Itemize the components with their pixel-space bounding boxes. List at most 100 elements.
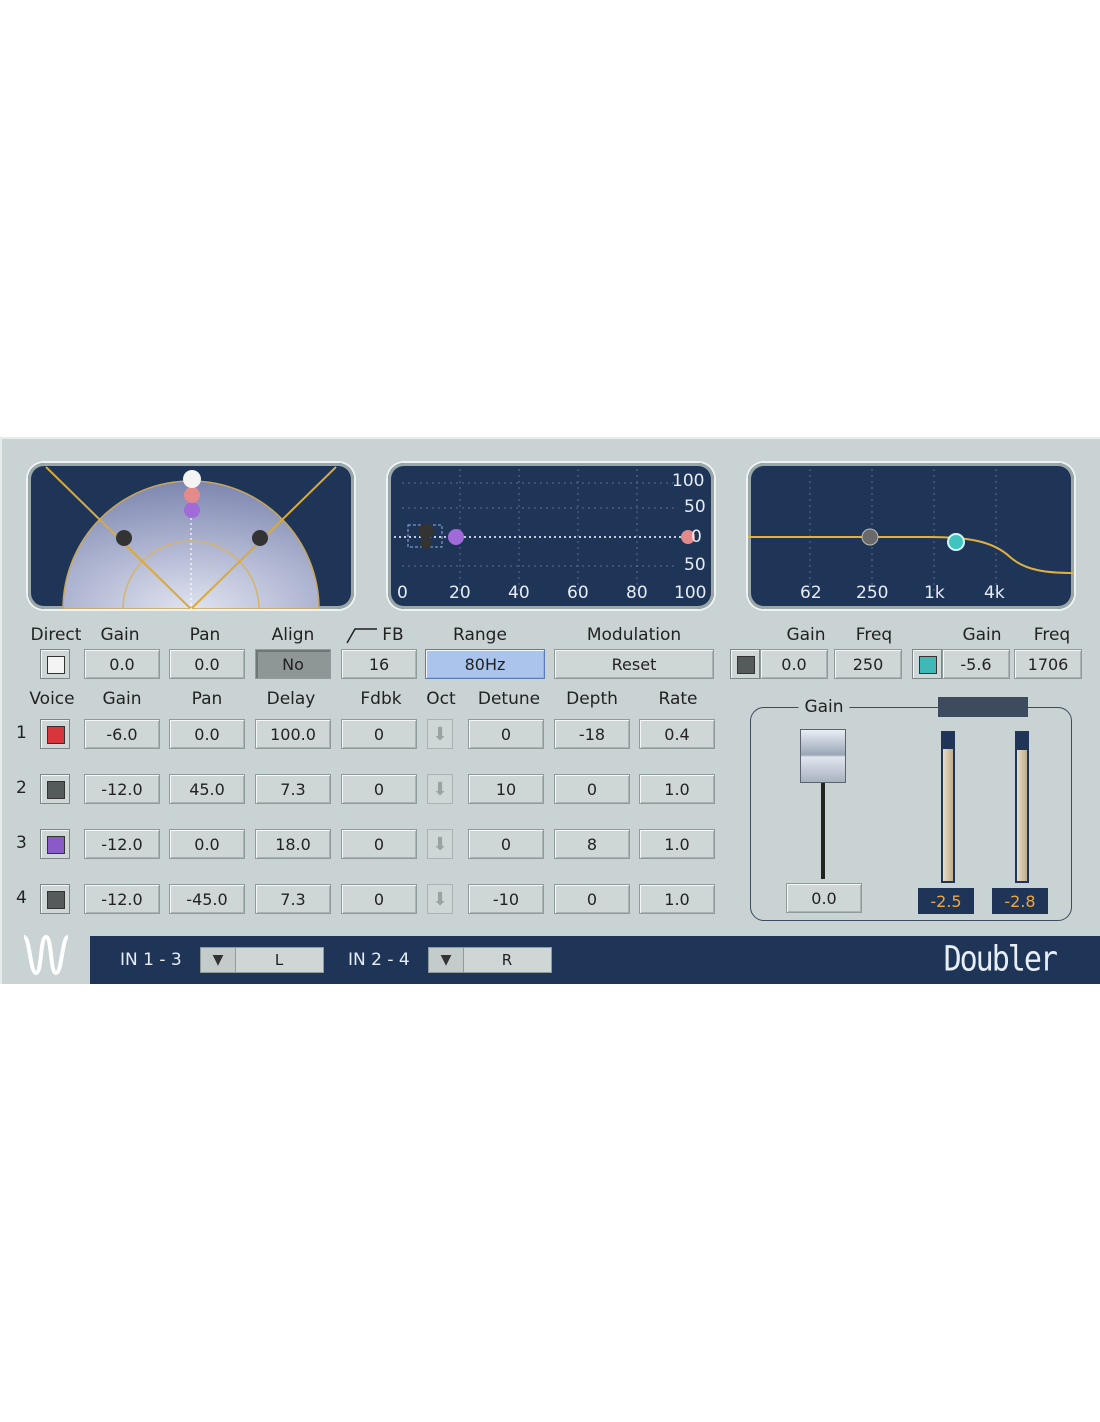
- output-gain-label: Gain: [798, 697, 850, 717]
- in1-value: L: [274, 951, 284, 969]
- in2-value: R: [501, 951, 513, 969]
- delay-y-label: 50: [684, 497, 706, 517]
- output-gain-field[interactable]: 0.0: [786, 883, 862, 913]
- eq-high-gain-field[interactable]: -5.6: [942, 649, 1010, 679]
- voice-2-toggle[interactable]: [40, 774, 70, 804]
- voice-detune-header: Detune: [477, 689, 541, 709]
- eq-high-band-marker: [947, 533, 965, 551]
- voice-4-rate-field[interactable]: 1.0: [639, 884, 715, 914]
- delay-y-label: 0: [691, 527, 702, 547]
- align-label: Align: [271, 625, 315, 645]
- feedback-curve-icon: [346, 628, 377, 644]
- modulation-label: Modulation: [586, 625, 682, 645]
- voice-4-oct-down-icon[interactable]: ⬇: [427, 884, 453, 914]
- voice-number: 2: [16, 778, 27, 798]
- voice-3-detune-field[interactable]: 0: [468, 829, 544, 859]
- voice-3-delay-field[interactable]: 18.0: [255, 829, 331, 859]
- delay-display[interactable]: 100 50 0 50 0 20 40 60 80 100: [388, 463, 714, 609]
- voice-3-pan-field[interactable]: 0.0: [169, 829, 245, 859]
- delay-x-label: 20: [449, 583, 471, 603]
- eq-x-label: 62: [800, 583, 822, 603]
- voice-2-rate-field[interactable]: 1.0: [639, 774, 715, 804]
- fb-label: FB: [382, 625, 404, 645]
- modulation-reset-button[interactable]: Reset: [554, 649, 714, 679]
- voice-1-delay-field[interactable]: 100.0: [255, 719, 331, 749]
- delay-x-label: 0: [397, 583, 408, 603]
- direct-pan-field[interactable]: 0.0: [169, 649, 245, 679]
- voice-4-depth-field[interactable]: 0: [554, 884, 630, 914]
- voice-1-oct-down-icon[interactable]: ⬇: [427, 719, 453, 749]
- in1-label: IN 1 - 3: [120, 950, 182, 970]
- range-button[interactable]: 80Hz: [425, 649, 545, 679]
- eq-high-gain-label: Gain: [962, 625, 1002, 645]
- eq-low-band-toggle[interactable]: [730, 649, 760, 679]
- chevron-down-icon: ▼: [429, 948, 464, 972]
- voice-1-depth-field[interactable]: -18: [554, 719, 630, 749]
- pan-display[interactable]: [28, 463, 354, 609]
- voice-2-delay-marker: [418, 523, 434, 539]
- delay-y-label: 100: [672, 471, 705, 491]
- voice-2-depth-field[interactable]: 0: [554, 774, 630, 804]
- eq-high-freq-field[interactable]: 1706: [1014, 649, 1082, 679]
- voice-2-fdbk-field[interactable]: 0: [341, 774, 417, 804]
- voice-4-pan-field[interactable]: -45.0: [169, 884, 245, 914]
- range-label: Range: [453, 625, 507, 645]
- eq-low-gain-field[interactable]: 0.0: [760, 649, 828, 679]
- direct-gain-field[interactable]: 0.0: [84, 649, 160, 679]
- voice-1-pan-field[interactable]: 0.0: [169, 719, 245, 749]
- direct-pan-marker: [183, 470, 201, 488]
- voice-1-toggle[interactable]: [40, 719, 70, 749]
- delay-x-label: 100: [674, 583, 707, 603]
- chevron-down-icon: ▼: [201, 948, 236, 972]
- voice-1-detune-field[interactable]: 0: [468, 719, 544, 749]
- voice-1-fdbk-field[interactable]: 0: [341, 719, 417, 749]
- voice-2-oct-down-icon[interactable]: ⬇: [427, 774, 453, 804]
- voice-4-delay-field[interactable]: 7.3: [255, 884, 331, 914]
- eq-low-band-marker: [861, 528, 879, 546]
- direct-toggle[interactable]: [40, 649, 70, 679]
- voice-fdbk-header: Fdbk: [360, 689, 402, 709]
- in1-select[interactable]: ▼ L: [200, 947, 324, 973]
- voice-1-rate-field[interactable]: 0.4: [639, 719, 715, 749]
- voice-pan-header: Pan: [191, 689, 223, 709]
- output-meter-right-value: -2.8: [992, 888, 1048, 914]
- voice-3-toggle[interactable]: [40, 829, 70, 859]
- eq-x-label: 250: [856, 583, 889, 603]
- voice-3-gain-field[interactable]: -12.0: [84, 829, 160, 859]
- delay-x-label: 60: [567, 583, 589, 603]
- output-gain-fader[interactable]: [800, 729, 846, 783]
- eq-x-label: 4k: [984, 583, 1005, 603]
- output-meter-right: [1015, 731, 1029, 883]
- voice-2-detune-field[interactable]: 10: [468, 774, 544, 804]
- voice-3-fdbk-field[interactable]: 0: [341, 829, 417, 859]
- voice-2-delay-field[interactable]: 7.3: [255, 774, 331, 804]
- delay-y-label: 50: [684, 555, 706, 575]
- voice-3-depth-field[interactable]: 8: [554, 829, 630, 859]
- eq-low-freq-field[interactable]: 250: [834, 649, 902, 679]
- voice-4-toggle[interactable]: [40, 884, 70, 914]
- waves-logo-icon: [22, 934, 70, 976]
- fb-field[interactable]: 16: [341, 649, 417, 679]
- voice-1-pan-marker: [184, 487, 200, 503]
- voice-4-pan-marker: [252, 530, 268, 546]
- direct-gain-label: Gain: [100, 625, 140, 645]
- align-button[interactable]: No: [255, 649, 331, 679]
- voice-4-fdbk-field[interactable]: 0: [341, 884, 417, 914]
- in2-label: IN 2 - 4: [348, 950, 410, 970]
- voice-3-delay-marker: [448, 529, 464, 545]
- voice-4-detune-field[interactable]: -10: [468, 884, 544, 914]
- eq-high-freq-label: Freq: [1033, 625, 1071, 645]
- voice-4-gain-field[interactable]: -12.0: [84, 884, 160, 914]
- voice-gain-header: Gain: [102, 689, 142, 709]
- voice-2-gain-field[interactable]: -12.0: [84, 774, 160, 804]
- in2-select[interactable]: ▼ R: [428, 947, 552, 973]
- voice-1-gain-field[interactable]: -6.0: [84, 719, 160, 749]
- eq-display[interactable]: 62 250 1k 4k: [748, 463, 1074, 609]
- eq-high-band-toggle[interactable]: [912, 649, 942, 679]
- bottom-bar: IN 1 - 3 ▼ L IN 2 - 4 ▼ R Doubler: [90, 936, 1100, 984]
- voice-3-oct-down-icon[interactable]: ⬇: [427, 829, 453, 859]
- voice-2-pan-field[interactable]: 45.0: [169, 774, 245, 804]
- eq-low-freq-label: Freq: [855, 625, 893, 645]
- voice-3-rate-field[interactable]: 1.0: [639, 829, 715, 859]
- voice-3-pan-marker: [184, 502, 200, 518]
